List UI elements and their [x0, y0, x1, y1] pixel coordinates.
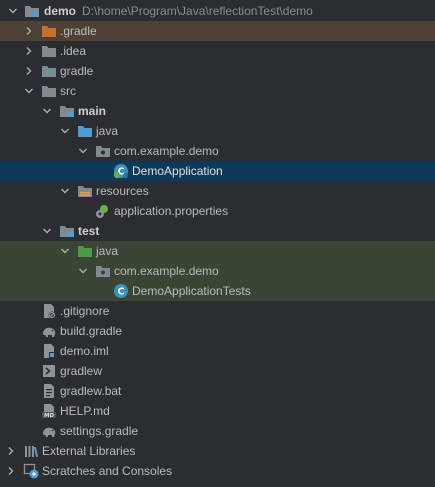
tree-item-demo-root[interactable]: demo D:\home\Program\Java\reflectionTest\…	[0, 1, 435, 21]
tree-item-label: resources	[96, 184, 149, 198]
tree-item-demo-iml[interactable]: demo.iml	[0, 341, 435, 361]
tree-item-label: DemoApplicationTests	[132, 284, 251, 298]
spring-properties-icon	[95, 203, 111, 219]
scratches-icon	[23, 463, 39, 479]
svg-text:C: C	[117, 287, 124, 298]
tree-item-demo-application[interactable]: C DemoApplication	[0, 161, 435, 181]
test-class-icon: C	[113, 283, 129, 299]
tree-item-application-properties[interactable]: application.properties	[0, 201, 435, 221]
chevron-right-icon[interactable]	[6, 441, 16, 461]
tree-item-package-main[interactable]: com.example.demo	[0, 141, 435, 161]
tree-item-label: .idea	[60, 44, 87, 58]
chevron-right-icon[interactable]	[24, 21, 34, 41]
tree-item-label: demo.iml	[60, 344, 109, 358]
chevron-down-icon[interactable]	[60, 241, 70, 261]
tree-item-gradle-cache[interactable]: .gradle	[0, 21, 435, 41]
module-file-icon	[41, 343, 57, 359]
tree-item-settings-gradle[interactable]: settings.gradle	[0, 421, 435, 441]
tree-item-help-md[interactable]: MD HELP.md	[0, 401, 435, 421]
chevron-down-icon[interactable]	[8, 1, 18, 21]
tree-item-gradle[interactable]: gradle	[0, 61, 435, 81]
tree-item-label: com.example.demo	[114, 264, 219, 278]
tree-item-label: gradle	[60, 64, 94, 78]
chevron-down-icon[interactable]	[42, 101, 52, 121]
tree-item-label: application.properties	[114, 204, 229, 218]
tree-item-label: HELP.md	[60, 404, 110, 418]
tree-item-build-gradle[interactable]: build.gradle	[0, 321, 435, 341]
tree-item-gradlew[interactable]: gradlew	[0, 361, 435, 381]
markdown-file-icon: MD	[41, 403, 57, 419]
module-path: D:\home\Program\Java\reflectionTest\demo	[82, 4, 313, 18]
tree-item-external-libraries[interactable]: External Libraries	[0, 441, 435, 461]
excluded-folder-icon	[41, 23, 57, 39]
test-folder-icon	[77, 243, 93, 259]
text-file-icon	[41, 383, 57, 399]
tree-item-label: External Libraries	[42, 444, 136, 458]
chevron-down-icon[interactable]	[42, 221, 52, 241]
ignore-file-icon	[41, 303, 57, 319]
tree-item-label: DemoApplication	[132, 164, 223, 178]
module-folder-icon	[24, 3, 40, 19]
chevron-down-icon[interactable]	[60, 121, 70, 141]
chevron-right-icon[interactable]	[6, 461, 16, 481]
tree-item-label: gradlew	[60, 364, 103, 378]
chevron-right-icon[interactable]	[24, 61, 34, 81]
tree-item-java-main[interactable]: java	[0, 121, 435, 141]
folder-icon	[41, 63, 57, 79]
tree-item-idea[interactable]: .idea	[0, 41, 435, 61]
spring-boot-class-icon: C	[113, 163, 129, 179]
tree-item-label: .gitignore	[60, 304, 110, 318]
shell-script-icon	[41, 363, 57, 379]
resources-folder-icon	[77, 183, 93, 199]
tree-item-label: src	[60, 84, 76, 98]
tree-item-label: settings.gradle	[60, 424, 139, 438]
project-tree: demo D:\home\Program\Java\reflectionTest\…	[0, 0, 435, 487]
tree-item-label: main	[78, 104, 107, 118]
package-icon	[95, 143, 111, 159]
tree-item-package-test[interactable]: com.example.demo	[0, 261, 435, 281]
tree-item-label: gradlew.bat	[60, 384, 122, 398]
module-folder-icon	[59, 103, 75, 119]
chevron-down-icon[interactable]	[60, 181, 70, 201]
tree-item-main[interactable]: main	[0, 101, 435, 121]
tree-item-label: java	[96, 124, 119, 138]
module-folder-icon	[59, 223, 75, 239]
tree-item-gitignore[interactable]: .gitignore	[0, 301, 435, 321]
package-icon	[95, 263, 111, 279]
tree-item-java-test[interactable]: java	[0, 241, 435, 261]
tree-item-label: com.example.demo	[114, 144, 219, 158]
tree-item-scratches-and-consoles[interactable]: Scratches and Consoles	[0, 461, 435, 481]
chevron-down-icon[interactable]	[78, 141, 88, 161]
tree-item-label: build.gradle	[60, 324, 123, 338]
tree-item-demo-application-tests[interactable]: C DemoApplicationTests	[0, 281, 435, 301]
gradle-elephant-icon	[41, 423, 57, 439]
folder-icon	[41, 43, 57, 59]
chevron-right-icon[interactable]	[24, 41, 34, 61]
chevron-down-icon[interactable]	[24, 81, 34, 101]
tree-item-src[interactable]: src	[0, 81, 435, 101]
tree-item-resources[interactable]: resources	[0, 181, 435, 201]
tree-item-gradlew-bat[interactable]: gradlew.bat	[0, 381, 435, 401]
tree-item-label: Scratches and Consoles	[42, 464, 173, 478]
svg-text:MD: MD	[44, 413, 54, 419]
source-folder-icon	[77, 123, 93, 139]
chevron-down-icon[interactable]	[78, 261, 88, 281]
tree-item-test[interactable]: test	[0, 221, 435, 241]
tree-item-label: test	[78, 224, 100, 238]
gradle-elephant-icon	[41, 323, 57, 339]
libraries-icon	[23, 443, 39, 459]
tree-item-label: .gradle	[60, 24, 97, 38]
tree-item-label: java	[96, 244, 119, 258]
tree-item-label: demo D:\home\Program\Java\reflectionTest\…	[44, 4, 313, 18]
folder-icon	[41, 83, 57, 99]
